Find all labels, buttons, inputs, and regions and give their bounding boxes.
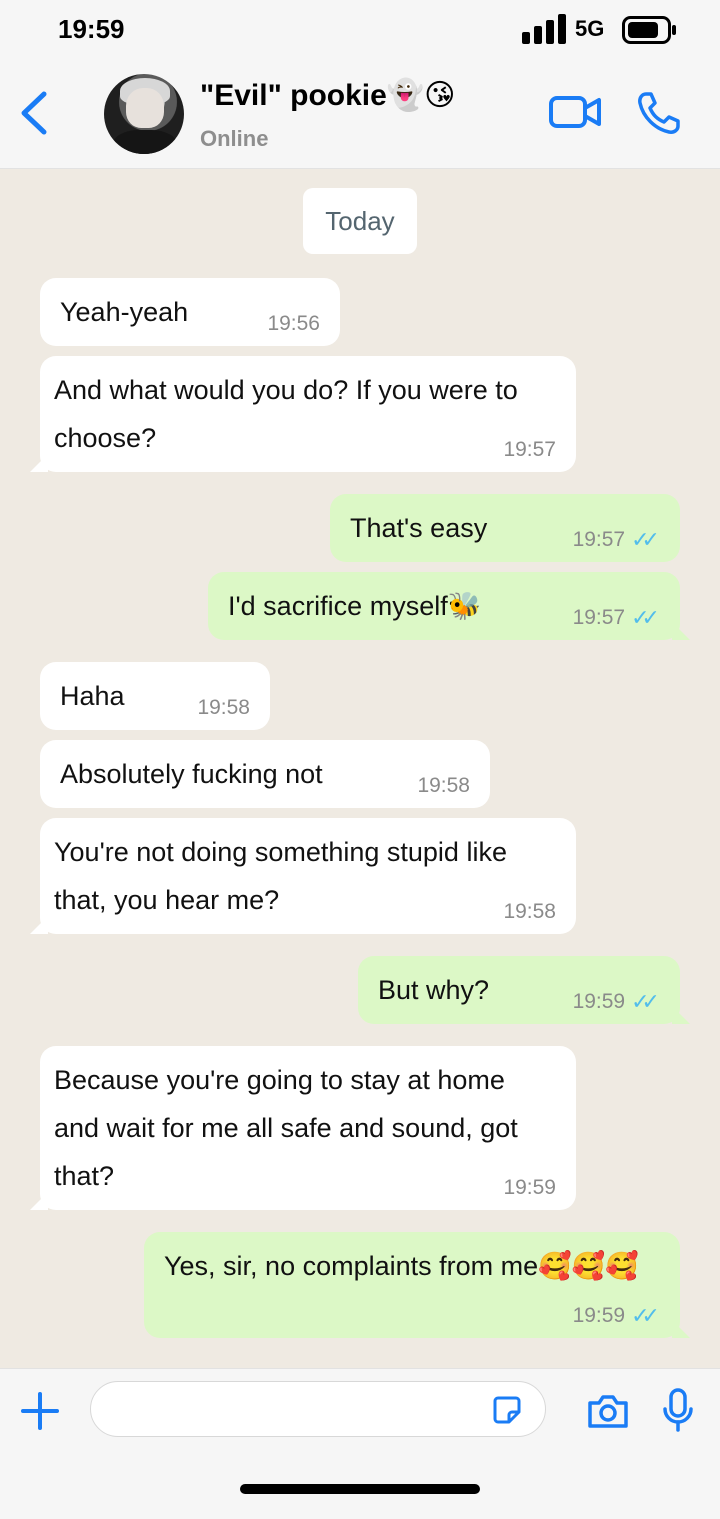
message-bubble[interactable]: You're not doing something stupid like t… — [40, 818, 576, 934]
message-bubble[interactable]: Yes, sir, no complaints from me🥰🥰🥰 19:59… — [144, 1232, 680, 1338]
message-bubble[interactable]: Yeah-yeah 19:56 — [40, 278, 340, 346]
message-time: 19:59 — [503, 1176, 556, 1199]
read-receipt-icon: ✓✓ — [631, 989, 660, 1014]
sticker-icon[interactable] — [492, 1395, 522, 1425]
message-text: Absolutely fucking not — [60, 759, 323, 789]
message-text: And what would you do? If you were to ch… — [54, 375, 518, 453]
message-bubble[interactable]: But why? 19:59 ✓✓ — [358, 956, 680, 1024]
message-text: Yes, sir, no complaints from me🥰🥰🥰 — [164, 1251, 640, 1281]
message-input[interactable] — [90, 1381, 546, 1437]
message-bubble[interactable]: I'd sacrifice myself🐝 19:57 ✓✓ — [208, 572, 680, 640]
message-bubble[interactable]: Absolutely fucking not 19:58 — [40, 740, 490, 808]
message-time: 19:57 — [572, 606, 626, 629]
date-separator: Today — [303, 188, 417, 254]
message-text: Haha — [60, 681, 125, 711]
plus-icon[interactable] — [20, 1391, 60, 1431]
chat-thread[interactable]: Today Yeah-yeah 19:56 And what would you… — [0, 168, 720, 1368]
message-bubble[interactable]: That's easy 19:57 ✓✓ — [330, 494, 680, 562]
message-time: 19:59 — [572, 990, 626, 1013]
message-text: Because you're going to stay at home and… — [54, 1065, 518, 1191]
chevron-left-icon[interactable] — [14, 88, 54, 138]
message-bubble[interactable]: And what would you do? If you were to ch… — [40, 356, 576, 472]
message-bubble[interactable]: Haha 19:58 — [40, 662, 270, 730]
home-indicator — [240, 1484, 480, 1494]
message-bubble[interactable]: Because you're going to stay at home and… — [40, 1046, 576, 1210]
read-receipt-icon: ✓✓ — [631, 1303, 660, 1328]
message-text: But why? — [378, 975, 490, 1005]
message-text: That's easy — [350, 513, 488, 543]
message-text: Yeah-yeah — [60, 297, 189, 327]
read-receipt-icon: ✓✓ — [631, 605, 660, 630]
read-receipt-icon: ✓✓ — [631, 527, 660, 552]
camera-icon[interactable] — [586, 1393, 630, 1429]
message-time: 19:58 — [197, 696, 250, 719]
microphone-icon[interactable] — [660, 1387, 696, 1433]
composer-bar — [0, 1368, 720, 1519]
network-type: 5G — [575, 16, 605, 41]
contact-status: Online — [200, 126, 269, 151]
status-bar: 19:59 5G — [0, 0, 720, 62]
chat-header: "Evil" pookie👻😘 Online — [0, 62, 720, 169]
status-time: 19:59 — [58, 14, 125, 44]
avatar[interactable] — [104, 74, 184, 154]
video-camera-icon[interactable] — [548, 92, 602, 132]
phone-icon[interactable] — [636, 90, 682, 136]
message-time: 19:59 — [572, 1304, 626, 1327]
message-time: 19:57 — [503, 438, 556, 461]
message-text: You're not doing something stupid like t… — [54, 837, 507, 915]
message-time: 19:56 — [267, 312, 320, 335]
message-text: I'd sacrifice myself🐝 — [228, 591, 482, 621]
message-time: 19:57 — [572, 528, 626, 551]
battery-icon — [622, 16, 676, 44]
message-time: 19:58 — [503, 900, 556, 923]
message-time: 19:58 — [417, 774, 470, 797]
contact-name[interactable]: "Evil" pookie👻😘 — [200, 78, 455, 113]
signal-icon — [522, 14, 566, 44]
